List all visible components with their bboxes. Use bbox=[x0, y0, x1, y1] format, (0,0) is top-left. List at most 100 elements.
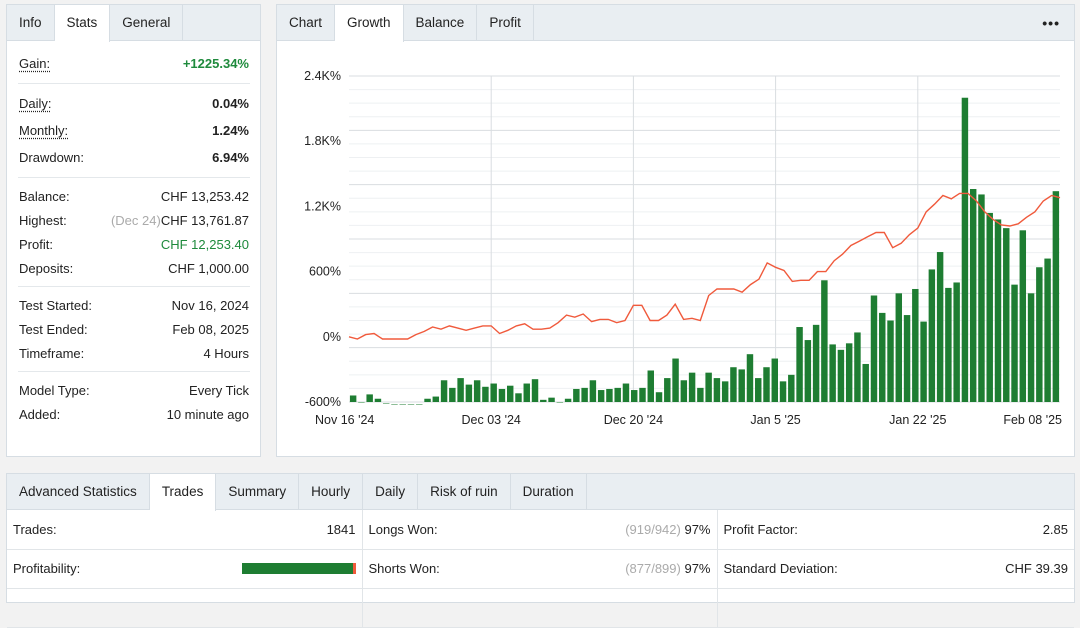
daily-value: 0.04% bbox=[212, 96, 249, 111]
growth-bar bbox=[556, 402, 564, 403]
growth-bar bbox=[1019, 230, 1027, 402]
tab-advanced-statistics[interactable]: Advanced Statistics bbox=[7, 474, 150, 509]
growth-bar bbox=[788, 374, 795, 402]
tab-balance[interactable]: Balance bbox=[404, 5, 478, 40]
daily-label[interactable]: Daily: bbox=[19, 96, 52, 111]
tab-general[interactable]: General bbox=[110, 5, 184, 40]
daily-row: Daily: 0.04% bbox=[18, 90, 250, 117]
trades-table: Trades: 1841 Longs Won: (919/942) 97% Prof… bbox=[7, 510, 1074, 628]
x-tick-label: Dec 20 '24 bbox=[604, 413, 663, 427]
growth-bar bbox=[1003, 228, 1010, 402]
x-tick-label: Jan 22 '25 bbox=[889, 413, 946, 427]
tab-growth[interactable]: Growth bbox=[335, 5, 404, 42]
growth-bar bbox=[432, 396, 440, 402]
growth-bar bbox=[895, 293, 903, 402]
std-dev-label: Standard Deviation: bbox=[723, 561, 838, 576]
growth-bar bbox=[763, 367, 770, 402]
growth-bar bbox=[920, 321, 927, 402]
growth-bar bbox=[887, 320, 894, 402]
growth-bar bbox=[961, 97, 969, 402]
tab-summary[interactable]: Summary bbox=[216, 474, 300, 509]
growth-bar bbox=[382, 403, 390, 404]
growth-bar bbox=[531, 379, 539, 402]
table-row: Profitability: Shorts Won: (877/899) 97% … bbox=[7, 549, 1074, 589]
growth-bar bbox=[399, 404, 406, 405]
y-tick-label: 1.2K% bbox=[304, 199, 341, 213]
advanced-tabs: Advanced Statistics Trades Summary Hourl… bbox=[7, 474, 1074, 511]
deposits-value: CHF 1,000.00 bbox=[168, 260, 249, 276]
growth-bar bbox=[945, 287, 952, 402]
growth-bar bbox=[680, 380, 688, 402]
growth-bar bbox=[730, 367, 737, 402]
drawdown-label: Drawdown: bbox=[19, 150, 85, 165]
tab-stats[interactable]: Stats bbox=[54, 5, 111, 42]
growth-bar bbox=[837, 349, 845, 402]
shorts-won-value-group: (877/899) 97% bbox=[625, 561, 710, 576]
table-row bbox=[7, 588, 1074, 628]
growth-bar bbox=[515, 393, 522, 402]
stats-panel: Info Stats General Gain: +1225.34% Daily… bbox=[6, 4, 261, 457]
trades-cell: Trades: 1841 bbox=[7, 510, 363, 550]
growth-chart: 2.4K% 1.8K% 1.2K% 600% 0% -600% Nov 16 '24 Dec … bbox=[304, 69, 1062, 427]
tab-risk-of-ruin[interactable]: Risk of ruin bbox=[418, 474, 511, 509]
y-tick-label: 2.4K% bbox=[304, 69, 341, 83]
longs-won-cell: Longs Won: (919/942) 97% bbox=[362, 510, 718, 550]
test-started-label: Test Started: bbox=[19, 297, 92, 313]
monthly-row: Monthly: 1.24% bbox=[18, 117, 250, 144]
tab-duration[interactable]: Duration bbox=[511, 474, 587, 509]
growth-bar bbox=[548, 397, 555, 402]
growth-bar bbox=[705, 372, 712, 402]
growth-bar bbox=[597, 390, 605, 402]
added-label: Added: bbox=[19, 406, 61, 422]
growth-bar bbox=[374, 398, 382, 402]
profit-label: Profit: bbox=[19, 236, 53, 252]
profit-row: Profit: CHF 12,253.40 bbox=[18, 232, 250, 256]
growth-bar bbox=[829, 344, 836, 402]
empty-cell bbox=[362, 588, 718, 628]
drawdown-value: 6.94% bbox=[212, 150, 249, 165]
deposits-label: Deposits: bbox=[19, 260, 74, 276]
gain-label[interactable]: Gain: bbox=[19, 56, 50, 71]
tab-profit[interactable]: Profit bbox=[477, 5, 534, 40]
longs-won-note: (919/942) bbox=[625, 521, 681, 537]
growth-bar bbox=[1027, 293, 1035, 402]
growth-bar bbox=[424, 398, 431, 402]
divider bbox=[18, 177, 250, 178]
tab-info[interactable]: Info bbox=[7, 5, 55, 40]
growth-bar bbox=[903, 315, 911, 402]
model-type-label: Model Type: bbox=[19, 382, 90, 398]
growth-bar bbox=[416, 404, 423, 405]
tab-trades[interactable]: Trades bbox=[149, 474, 217, 511]
growth-bar bbox=[771, 358, 778, 402]
more-menu-icon[interactable]: ••• bbox=[1042, 15, 1060, 31]
chart-panel: Chart Growth Balance Profit ••• 2.4K% 1.8… bbox=[276, 4, 1075, 457]
tab-hourly[interactable]: Hourly bbox=[299, 474, 364, 509]
divider bbox=[18, 371, 250, 372]
gain-row: Gain: +1225.34% bbox=[18, 49, 250, 77]
stats-list: Gain: +1225.34% Daily: 0.04% Monthly: 1.… bbox=[7, 41, 260, 426]
growth-bar bbox=[738, 369, 745, 402]
tab-chart[interactable]: Chart bbox=[277, 5, 336, 40]
growth-bar bbox=[606, 388, 613, 402]
growth-bar bbox=[804, 340, 812, 402]
timeframe-row: Timeframe: 4 Hours bbox=[18, 341, 250, 365]
growth-bar bbox=[631, 390, 638, 402]
growth-bar bbox=[366, 394, 373, 402]
test-started-row: Test Started: Nov 16, 2024 bbox=[18, 293, 250, 317]
growth-bar bbox=[1052, 191, 1060, 402]
tab-daily[interactable]: Daily bbox=[363, 474, 419, 509]
trades-label: Trades: bbox=[13, 521, 57, 537]
y-tick-label: 0% bbox=[323, 330, 341, 344]
growth-bar bbox=[862, 363, 869, 402]
highest-row: Highest: (Dec 24)CHF 13,761.87 bbox=[18, 208, 250, 232]
growth-bar bbox=[969, 189, 977, 402]
growth-bar bbox=[358, 402, 365, 403]
profit-factor-cell: Profit Factor: 2.85 bbox=[717, 510, 1074, 550]
growth-bar bbox=[912, 288, 919, 402]
growth-bar bbox=[664, 378, 671, 402]
growth-bar bbox=[1011, 284, 1018, 402]
chart-tabs: Chart Growth Balance Profit bbox=[277, 5, 1074, 42]
growth-bar bbox=[721, 381, 729, 402]
growth-bar bbox=[655, 392, 663, 402]
monthly-label[interactable]: Monthly: bbox=[19, 123, 68, 138]
